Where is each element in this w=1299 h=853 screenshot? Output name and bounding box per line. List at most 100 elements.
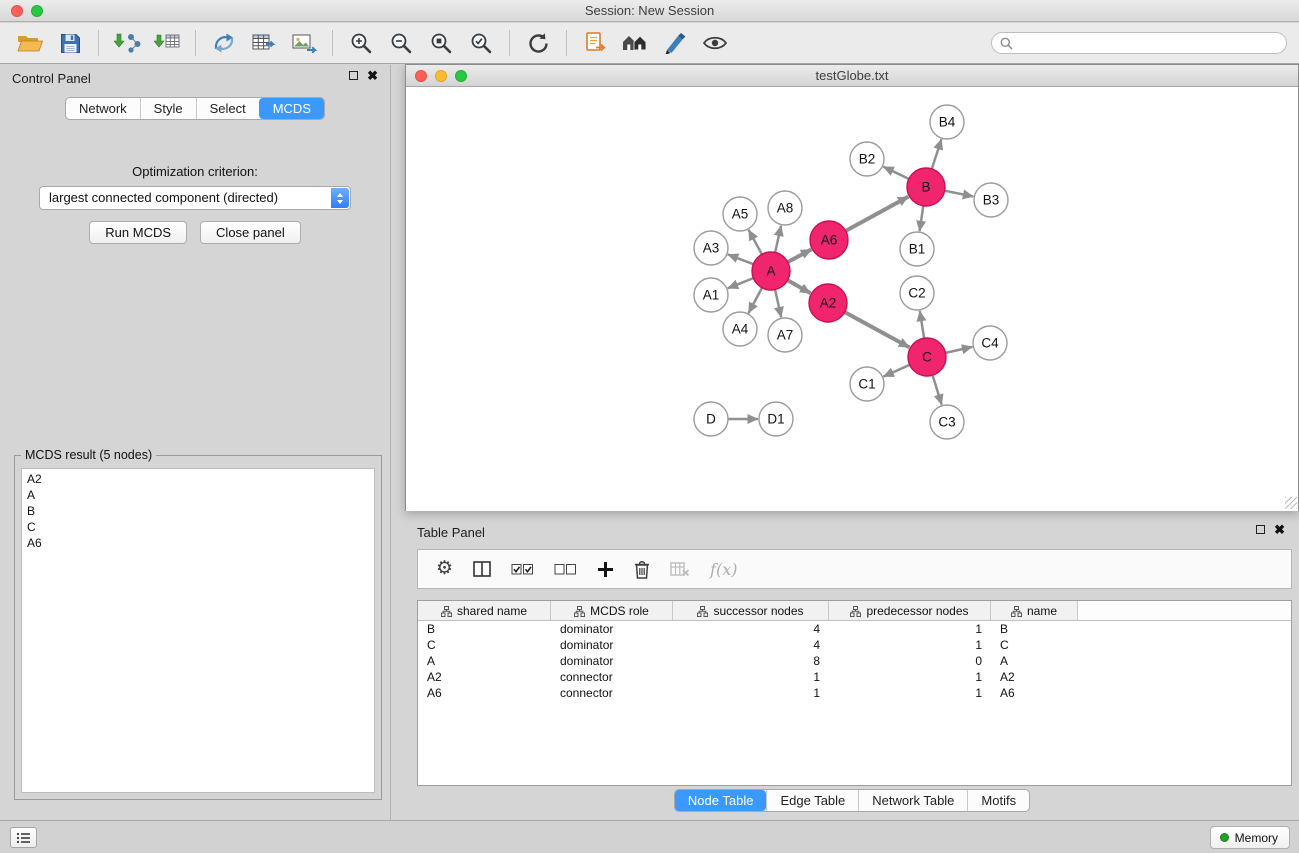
edge-C-C4[interactable] [946, 347, 973, 353]
delete-column-button[interactable] [634, 560, 650, 579]
edge-A-A5[interactable] [749, 230, 762, 255]
close-window-icon[interactable] [415, 70, 427, 82]
tab-select[interactable]: Select [196, 98, 259, 119]
unselect-all-button[interactable] [554, 563, 577, 576]
run-mcds-button[interactable]: Run MCDS [89, 221, 187, 244]
tab-network-table[interactable]: Network Table [858, 790, 967, 811]
delete-table-button[interactable] [670, 562, 690, 577]
node-A4[interactable]: A4 [723, 312, 757, 346]
node-B2[interactable]: B2 [850, 142, 884, 176]
criterion-select[interactable]: largest connected component (directed) [39, 186, 351, 210]
edge-C-C2[interactable] [920, 311, 924, 338]
edge-A-A1[interactable] [728, 278, 754, 288]
mcds-result-list[interactable]: A2ABCA6 [21, 468, 375, 793]
network-table-button[interactable] [244, 26, 284, 60]
float-panel-icon[interactable] [1256, 525, 1265, 534]
edge-A-A6[interactable] [788, 249, 812, 262]
resize-grip[interactable] [1285, 497, 1297, 509]
node-A2[interactable]: A2 [809, 284, 847, 322]
export-image-button[interactable] [284, 26, 324, 60]
search-input[interactable] [1018, 36, 1278, 50]
zoom-window-icon[interactable] [31, 5, 43, 17]
zoom-fit-button[interactable] [421, 26, 461, 60]
edge-A2-C[interactable] [845, 312, 910, 347]
node-B3[interactable]: B3 [974, 183, 1008, 217]
mcds-result-item[interactable]: A6 [22, 535, 374, 551]
new-network-button[interactable] [204, 26, 244, 60]
node-D1[interactable]: D1 [759, 402, 793, 436]
report-button[interactable] [575, 26, 615, 60]
column-header-shared-name[interactable]: shared name [418, 601, 551, 621]
tab-mcds[interactable]: MCDS [259, 98, 324, 119]
zoom-in-button[interactable] [341, 26, 381, 60]
node-C2[interactable]: C2 [900, 276, 934, 310]
zoom-window-icon[interactable] [455, 70, 467, 82]
node-A5[interactable]: A5 [723, 197, 757, 231]
edge-A-A2[interactable] [788, 280, 811, 293]
node-B4[interactable]: B4 [930, 105, 964, 139]
import-table-button[interactable] [147, 26, 187, 60]
close-window-icon[interactable] [11, 5, 23, 17]
node-A3[interactable]: A3 [694, 231, 728, 265]
apply-layout-button[interactable] [518, 26, 558, 60]
table-row[interactable]: Bdominator41B [418, 621, 1291, 637]
edge-A-A4[interactable] [749, 288, 763, 313]
zoom-out-button[interactable] [381, 26, 421, 60]
edge-A6-B[interactable] [846, 197, 909, 231]
memory-button[interactable]: Memory [1210, 826, 1290, 849]
column-header-name[interactable]: name [991, 601, 1078, 621]
table-row[interactable]: A6connector11A6 [418, 685, 1291, 701]
save-session-button[interactable] [50, 26, 90, 60]
edge-A-A7[interactable] [775, 290, 781, 318]
edge-B-B2[interactable] [883, 167, 909, 179]
table-row[interactable]: Cdominator41C [418, 637, 1291, 653]
function-builder-button[interactable]: f(x) [710, 560, 737, 579]
node-A7[interactable]: A7 [768, 318, 802, 352]
add-column-button[interactable] [597, 561, 614, 578]
open-file-button[interactable] [10, 26, 50, 60]
edge-B-B1[interactable] [920, 206, 924, 231]
close-panel-icon[interactable]: ✖ [1274, 524, 1285, 535]
annotation-button[interactable] [655, 26, 695, 60]
show-columns-button[interactable] [473, 561, 491, 577]
node-table[interactable]: shared nameMCDS rolesuccessor nodesprede… [417, 600, 1292, 786]
close-panel-icon[interactable]: ✖ [367, 70, 378, 81]
table-row[interactable]: Adominator80A [418, 653, 1291, 669]
tab-network[interactable]: Network [66, 98, 140, 119]
task-history-button[interactable] [10, 827, 37, 848]
home-button[interactable] [615, 26, 655, 60]
search-box[interactable] [991, 32, 1287, 54]
edge-A-A3[interactable] [728, 254, 754, 264]
select-all-button[interactable] [511, 563, 534, 576]
node-A6[interactable]: A6 [810, 221, 848, 259]
edge-C-C3[interactable] [933, 375, 942, 405]
column-header-MCDS-role[interactable]: MCDS role [551, 601, 673, 621]
mcds-result-item[interactable]: A2 [22, 471, 374, 487]
tab-motifs[interactable]: Motifs [967, 790, 1029, 811]
table-row[interactable]: A2connector11A2 [418, 669, 1291, 685]
close-panel-button[interactable]: Close panel [200, 221, 301, 244]
edge-B-B4[interactable] [932, 139, 942, 169]
node-A8[interactable]: A8 [768, 191, 802, 225]
edge-A-A8[interactable] [775, 226, 781, 253]
import-network-button[interactable] [107, 26, 147, 60]
mcds-result-item[interactable]: C [22, 519, 374, 535]
column-header-predecessor-nodes[interactable]: predecessor nodes [829, 601, 991, 621]
node-D[interactable]: D [694, 402, 728, 436]
tab-style[interactable]: Style [140, 98, 196, 119]
column-header-successor-nodes[interactable]: successor nodes [673, 601, 829, 621]
tab-edge-table[interactable]: Edge Table [766, 790, 858, 811]
network-canvas[interactable]: B4B2BB3A5A8A6B1A3AC2A1A2A4A7C4CC1C3DD1 [406, 88, 1298, 511]
mcds-result-item[interactable]: B [22, 503, 374, 519]
mcds-result-item[interactable]: A [22, 487, 374, 503]
show-graphics-button[interactable] [695, 26, 735, 60]
node-B[interactable]: B [907, 168, 945, 206]
node-A1[interactable]: A1 [694, 278, 728, 312]
edge-C-C1[interactable] [883, 365, 909, 377]
table-settings-button[interactable]: ⚙ [436, 559, 453, 579]
zoom-selected-button[interactable] [461, 26, 501, 60]
tab-node-table[interactable]: Node Table [675, 790, 767, 811]
node-C3[interactable]: C3 [930, 405, 964, 439]
node-A[interactable]: A [752, 252, 790, 290]
network-window-titlebar[interactable]: testGlobe.txt [406, 65, 1298, 87]
